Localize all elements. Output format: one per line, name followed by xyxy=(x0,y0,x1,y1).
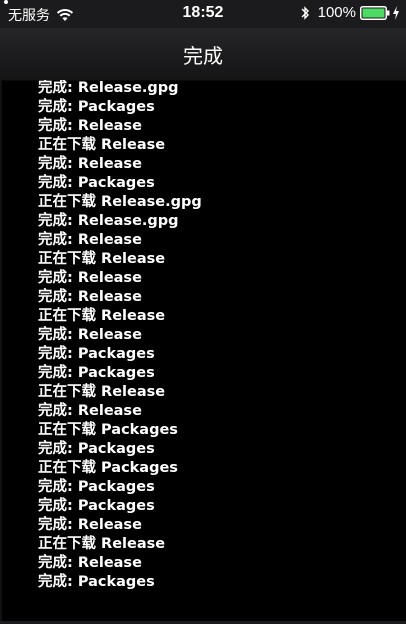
log-line: 完成: Release.gpg xyxy=(38,80,179,96)
log-line: 正在下载 Release xyxy=(38,308,166,324)
log-line: 正在下载 Packages xyxy=(38,422,178,438)
log-line: 完成: Packages xyxy=(38,574,155,590)
status-bar: 无服务 18:52 100% xyxy=(0,0,406,28)
page-title: 完成 xyxy=(183,44,223,68)
log-line: 完成: Release xyxy=(38,289,142,305)
log-line: 完成: Packages xyxy=(38,99,155,115)
log-line: 完成: Release.gpg xyxy=(38,213,179,229)
phone-screen: 无服务 18:52 100% 完成 完成: Release.gpg 完成: Pa… xyxy=(0,0,406,624)
log-line: 完成: Release xyxy=(38,555,142,571)
navigation-bar: 完成 xyxy=(0,28,406,81)
log-line: 完成: Packages xyxy=(38,175,155,191)
log-line: 完成: Release xyxy=(38,403,142,419)
log-line: 完成: Packages xyxy=(38,479,155,495)
log-line: 正在下载 Release xyxy=(38,137,166,153)
log-line: 完成: Packages xyxy=(38,365,155,381)
battery-percent: 100% xyxy=(317,4,356,21)
log-line: 完成: Packages xyxy=(38,441,155,457)
log-line: 正在下载 Release xyxy=(38,384,166,400)
log-line: 正在下载 Packages xyxy=(38,460,178,476)
log-line: 完成: Release xyxy=(38,156,142,172)
charging-bolt-icon xyxy=(393,5,399,20)
log-line: 完成: Release xyxy=(38,232,142,248)
battery-icon xyxy=(360,5,390,20)
log-line: 正在下载 Release xyxy=(38,251,166,267)
bluetooth-icon xyxy=(301,5,309,20)
log-line: 完成: Release xyxy=(38,118,142,134)
log-line: 完成: Release xyxy=(38,327,142,343)
log-line: 完成: Release xyxy=(38,517,142,533)
log-line: 正在下载 Release.gpg xyxy=(38,194,202,210)
log-line: 完成: Packages xyxy=(38,346,155,362)
log-line: 完成: Release xyxy=(38,270,142,286)
log-line: 正在下载 Release xyxy=(38,536,166,552)
log-line: 完成: Packages xyxy=(38,498,155,514)
status-right: 100% xyxy=(300,4,400,21)
download-log[interactable]: 完成: Release.gpg 完成: Packages 完成: Release 正在… xyxy=(0,80,406,624)
